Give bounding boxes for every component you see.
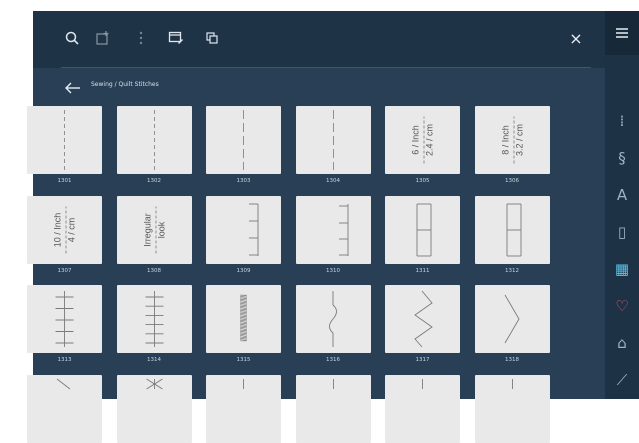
breadcrumb-text: Sewing / Quilt Stitches <box>91 81 159 88</box>
stitch-tile[interactable] <box>116 374 192 443</box>
bobbin-icon[interactable]: ⌂ <box>605 326 639 360</box>
stitch-tile[interactable] <box>474 195 550 264</box>
stitch-text-bottom: 4 / cm <box>67 217 77 242</box>
stitch-number: 1317 <box>415 357 430 363</box>
copy-icon[interactable] <box>203 29 221 47</box>
stitch-preview <box>328 291 337 347</box>
category-sidebar: ⁞ § A ▯ ▦ ♡ ⌂ ⟋ <box>605 11 639 399</box>
straight-stitch-icon[interactable]: ⁞ <box>605 104 639 138</box>
stitch-preview: 8 / Inch 3.2 / cm <box>500 116 524 164</box>
stitch-tile[interactable] <box>474 374 550 443</box>
stitch-tile[interactable] <box>206 285 281 353</box>
stitch-number: 1303 <box>236 178 251 184</box>
arrow-left-icon[interactable] <box>63 78 83 98</box>
toolbar: × <box>33 11 605 68</box>
stitch-tile[interactable]: 6 / Inch 2.4 / cm <box>385 106 460 174</box>
stitch-preview <box>504 294 520 344</box>
stitch-tile[interactable] <box>27 374 102 443</box>
stitch-preview <box>506 203 521 256</box>
stitch-tile[interactable] <box>116 106 192 174</box>
stitch-tile[interactable] <box>295 106 371 174</box>
stitch-number: 1304 <box>326 178 340 184</box>
stitch-preview <box>414 290 433 348</box>
stitch-preview: 10 / Inch 4 / cm <box>53 206 77 253</box>
stitch-number: 1310 <box>326 267 340 274</box>
stitch-number: 1315 <box>236 357 251 363</box>
stitch-preview <box>64 110 65 170</box>
close-button[interactable]: × <box>565 27 587 49</box>
stitch-number: 1313 <box>57 357 72 363</box>
stitch-preview <box>511 378 513 389</box>
quilt-stitch-icon[interactable]: ▦ <box>605 252 639 286</box>
stitch-text-bottom: 3.2 / cm <box>514 124 524 156</box>
alphabet-icon[interactable]: A <box>605 178 639 212</box>
stitch-tile[interactable]: 8 / Inch 3.2 / cm <box>474 106 550 174</box>
stitch-number: 1312 <box>505 267 519 274</box>
stitch-number: 1314 <box>147 357 161 363</box>
stitch-tile[interactable] <box>206 374 281 443</box>
stitch-tile[interactable] <box>27 106 102 174</box>
stitch-preview <box>243 110 244 170</box>
decorative-stitch-icon[interactable]: § <box>605 141 639 175</box>
stitch-number: 1302 <box>147 178 161 184</box>
stitch-preview <box>55 291 74 347</box>
edit-window-icon[interactable] <box>167 29 185 47</box>
stitch-preview <box>338 203 348 256</box>
stitch-preview <box>332 110 334 170</box>
stitch-preview <box>249 203 259 256</box>
stitch-number: 1318 <box>505 357 519 363</box>
stitch-preview <box>422 378 423 389</box>
screen: × Sewing / Quilt Stitches 1301 1302 1303 13… <box>0 0 639 443</box>
stitch-tile[interactable] <box>295 374 371 443</box>
stitch-tile[interactable] <box>385 195 460 264</box>
stitch-tile[interactable] <box>385 374 460 443</box>
stitch-tile[interactable] <box>295 285 371 353</box>
stitch-number: 1301 <box>57 178 72 184</box>
stitch-number: 1309 <box>236 267 251 274</box>
stitch-number: 1305 <box>415 178 430 184</box>
stitch-tile[interactable] <box>206 195 281 264</box>
stitch-preview <box>145 378 163 389</box>
buttonhole-icon[interactable]: ▯ <box>605 215 639 249</box>
stitch-tile[interactable]: Irregular look <box>116 195 192 264</box>
stitch-text-top: 8 / Inch <box>500 125 510 155</box>
needle-icon[interactable]: ⟋ <box>605 363 639 397</box>
stitch-tile[interactable]: 10 / Inch 4 / cm <box>27 195 102 264</box>
stitch-number: 1308 <box>147 267 161 274</box>
stitch-preview <box>240 294 247 342</box>
stitch-preview <box>56 378 71 389</box>
stitch-tile[interactable] <box>295 195 371 264</box>
stitch-tile[interactable] <box>385 285 460 353</box>
add-stitch-icon[interactable] <box>94 29 112 47</box>
hamburger-menu-icon[interactable] <box>605 11 639 55</box>
stitch-preview <box>145 291 163 347</box>
search-icon[interactable] <box>63 29 81 47</box>
stitch-preview: 6 / Inch 2.4 / cm <box>411 116 435 164</box>
stitch-tile[interactable] <box>206 106 281 174</box>
favorites-heart-icon[interactable]: ♡ <box>605 289 639 323</box>
stitch-tile[interactable] <box>116 285 192 353</box>
stitch-number: 1311 <box>415 267 430 274</box>
stitch-text-top: 10 / Inch <box>53 212 63 247</box>
more-vertical-icon[interactable] <box>132 29 150 47</box>
stitch-text-top: Irregular <box>142 213 152 247</box>
stitch-preview <box>332 378 334 389</box>
stitch-preview: Irregular look <box>142 206 166 253</box>
stitch-text-top: 6 / Inch <box>411 125 421 155</box>
stitch-preview <box>416 203 432 256</box>
stitch-tile[interactable] <box>474 285 550 353</box>
stitch-number: 1307 <box>57 267 72 274</box>
breadcrumb: Sewing / Quilt Stitches <box>33 68 605 108</box>
stitch-preview <box>153 110 155 170</box>
stitch-tile[interactable] <box>27 285 102 353</box>
stitch-number: 1306 <box>505 178 519 184</box>
stitch-preview <box>243 378 244 389</box>
stitch-text-bottom: 2.4 / cm <box>425 124 435 156</box>
stitch-text-bottom: look <box>156 221 166 238</box>
stitch-number: 1316 <box>326 357 340 363</box>
